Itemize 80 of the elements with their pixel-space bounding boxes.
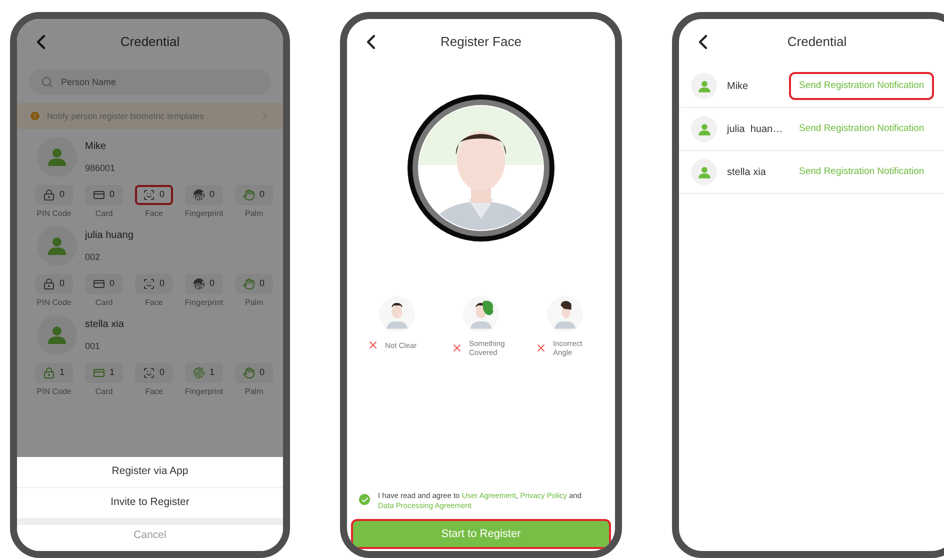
person-name: Mike	[85, 140, 108, 154]
face-scan-icon	[143, 367, 156, 379]
credential-label: Face	[144, 387, 164, 396]
send-notification-link[interactable]: Send Registration Notification	[789, 158, 934, 186]
cross-icon	[367, 339, 379, 351]
credential-label: Face	[144, 298, 164, 307]
face-example-icon	[378, 295, 416, 333]
credential-count[interactable]: 0	[235, 363, 272, 383]
face-scan-icon	[143, 278, 156, 290]
fingerprint-icon	[193, 367, 206, 379]
person-id: 002	[85, 251, 102, 264]
credential-count[interactable]: 0	[185, 185, 222, 205]
credential-label: Card	[94, 209, 114, 218]
sheet-option[interactable]: Invite to Register	[17, 488, 283, 519]
warning-icon	[29, 110, 41, 122]
hand-icon	[243, 189, 256, 201]
screen-title: Register Face	[440, 33, 522, 52]
cross-icon	[451, 342, 463, 354]
check-icon	[360, 496, 368, 504]
credential-label: PIN Code	[36, 209, 72, 218]
lock-icon	[43, 278, 56, 290]
credential-label: Fingerprint	[184, 387, 224, 396]
hand-icon	[243, 367, 256, 379]
card-icon	[93, 189, 106, 201]
person-id: 986001	[85, 162, 116, 175]
cancel-button[interactable]: Cancel	[17, 525, 283, 551]
agree-checkbox[interactable]	[359, 494, 370, 505]
credential-count[interactable]: 1	[35, 363, 72, 383]
lock-icon	[43, 367, 56, 379]
credential-count[interactable]: 0	[135, 185, 172, 205]
credential-count[interactable]: 0	[35, 185, 72, 205]
credential-label: Card	[94, 387, 114, 396]
person-icon	[47, 236, 67, 256]
person-name: stella xia	[727, 166, 767, 180]
credential-label: Palm	[244, 387, 264, 396]
credential-count[interactable]: 0	[135, 363, 172, 383]
lock-icon	[43, 189, 56, 201]
fingerprint-icon	[193, 189, 206, 201]
credential-count[interactable]: 0	[235, 185, 272, 205]
credential-count[interactable]: 0	[135, 274, 172, 294]
credential-label: PIN Code	[36, 387, 72, 396]
credential-count[interactable]: 0	[85, 274, 122, 294]
credential-label: Face	[144, 209, 164, 218]
search-icon	[41, 76, 53, 88]
credential-label: Palm	[244, 209, 264, 218]
credential-label: Card	[94, 298, 114, 307]
person-icon	[47, 325, 67, 345]
credential-count[interactable]: 0	[85, 185, 122, 205]
face-scan-icon	[143, 189, 156, 201]
credential-count[interactable]: 0	[235, 274, 272, 294]
face-example-icon	[546, 295, 584, 333]
card-icon	[93, 367, 106, 379]
screen-title: Credential	[120, 33, 180, 52]
person-icon	[698, 80, 710, 92]
cross-icon	[535, 342, 547, 354]
credential-label: Fingerprint	[184, 209, 224, 218]
person-id: 001	[85, 340, 102, 353]
send-notification-link[interactable]: Send Registration Notification	[789, 72, 934, 100]
credential-label: Palm	[244, 298, 264, 307]
person-name: julia huang	[85, 229, 134, 243]
credential-count[interactable]: 1	[85, 363, 122, 383]
person-icon	[698, 166, 710, 178]
person-name: julia huan…	[727, 122, 784, 136]
credential-count[interactable]: 0	[35, 274, 72, 294]
face-example-icon	[462, 295, 500, 333]
screen-title: Credential	[787, 33, 847, 52]
person-icon	[47, 147, 67, 167]
fingerprint-icon	[193, 278, 206, 290]
person-name: Mike	[727, 80, 750, 94]
hand-icon	[243, 278, 256, 290]
credential-count[interactable]: 1	[185, 363, 222, 383]
person-icon	[698, 122, 710, 136]
search-field[interactable]: Person Name	[29, 69, 271, 95]
sheet-option[interactable]: Register via App	[17, 457, 283, 488]
card-icon	[93, 278, 106, 290]
person-name: stella xia	[85, 318, 124, 332]
send-notification-link[interactable]: Send Registration Notification	[789, 114, 934, 144]
credential-label: PIN Code	[36, 298, 72, 307]
credential-label: Fingerprint	[184, 298, 224, 307]
credential-count[interactable]: 0	[185, 274, 222, 294]
